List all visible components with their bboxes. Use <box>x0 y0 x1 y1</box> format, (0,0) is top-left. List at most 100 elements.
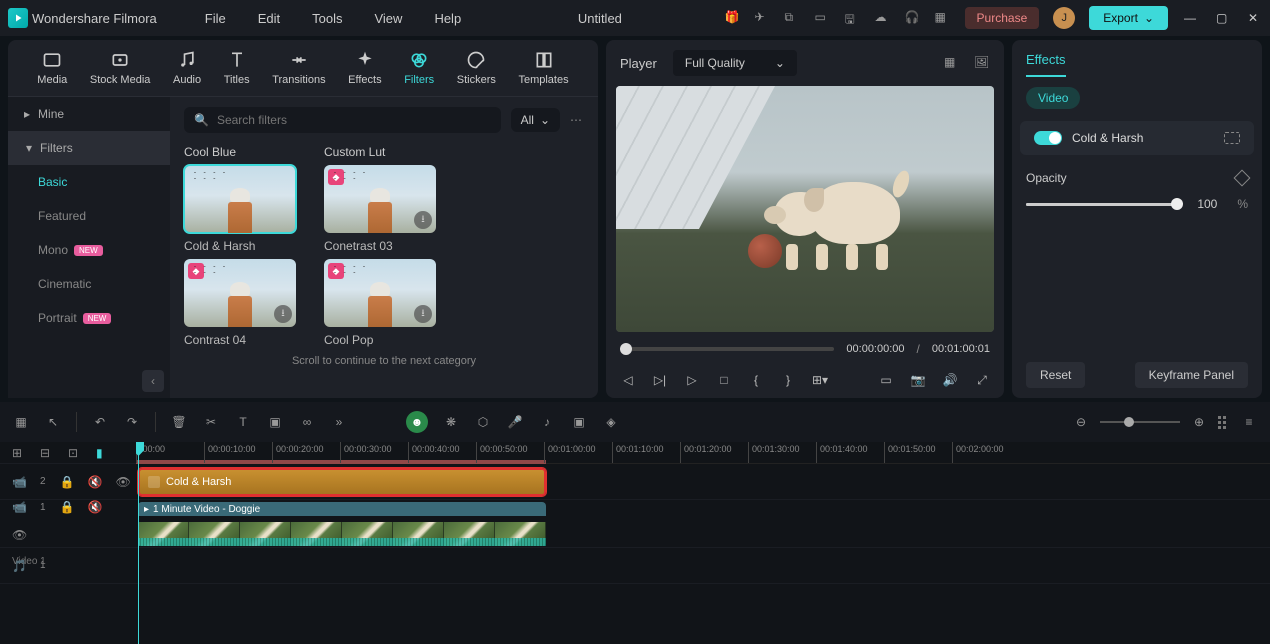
image-view-icon[interactable]: 🖼 <box>974 55 990 71</box>
display-icon[interactable]: ▭ <box>878 372 894 388</box>
filter-cool-pop-thumb[interactable]: ◆ˇ ˇ ˇ ˇˇ ˇ ˇ⭳ <box>324 259 436 327</box>
tab-stock-media[interactable]: Stock Media <box>90 50 151 86</box>
more-options-icon[interactable]: ⋯ <box>570 113 584 127</box>
opacity-slider[interactable] <box>1026 203 1177 206</box>
sidebar-sub-mono[interactable]: MonoNEW <box>8 233 170 267</box>
sparkle-icon[interactable]: ❋ <box>442 413 460 431</box>
tab-titles[interactable]: Titles <box>224 50 250 86</box>
tab-effects[interactable]: Effects <box>348 50 381 86</box>
mic-icon[interactable]: 🎤 <box>506 413 524 431</box>
mark-in-icon[interactable]: { <box>748 372 764 388</box>
list-view-icon[interactable]: ≡ <box>1240 413 1258 431</box>
more-tools-icon[interactable]: » <box>330 413 348 431</box>
mark-out-icon[interactable]: } <box>780 372 796 388</box>
purchase-button[interactable]: Purchase <box>965 7 1040 29</box>
track-content[interactable]: :00:00 00:00:10:00 00:00:20:00 00:00:30:… <box>136 442 1270 644</box>
download-icon[interactable]: ⭳ <box>414 211 432 229</box>
play-icon[interactable]: ▷ <box>684 372 700 388</box>
headphone-icon[interactable]: 🎧 <box>905 10 921 26</box>
ratio-icon[interactable]: ⊞▾ <box>812 372 828 388</box>
grid-icon[interactable]: ▦ <box>12 413 30 431</box>
track-lane-filter[interactable]: Cold & Harsh <box>136 464 1270 500</box>
frame-select-icon[interactable] <box>1224 132 1240 144</box>
video-track-icon[interactable]: 📹 <box>12 500 26 514</box>
visibility-icon[interactable]: 👁 <box>116 475 130 489</box>
playhead[interactable] <box>138 442 139 644</box>
lock-icon[interactable]: 🔒 <box>60 475 74 489</box>
apps-icon[interactable]: ▦ <box>935 10 951 26</box>
grid-view-icon[interactable]: ▦ <box>944 55 960 71</box>
sidebar-sub-basic[interactable]: Basic <box>8 165 170 199</box>
filter-all-dropdown[interactable]: All⌄ <box>511 108 560 132</box>
sidebar-mine[interactable]: ▸Mine <box>8 97 170 131</box>
device-icon[interactable]: ⧉ <box>785 10 801 26</box>
avatar[interactable]: J <box>1053 7 1075 29</box>
track-lane-video[interactable]: ▸1 Minute Video - Doggie <box>136 500 1270 548</box>
download-icon[interactable]: ⭳ <box>414 305 432 323</box>
link-tracks-icon[interactable]: ⊟ <box>40 446 54 460</box>
gift-icon[interactable]: 🎁 <box>725 10 741 26</box>
visibility-icon[interactable]: 👁 <box>12 528 26 542</box>
filter-clip[interactable]: Cold & Harsh <box>138 468 546 496</box>
video-chip[interactable]: Video <box>1026 87 1080 109</box>
screen-icon[interactable]: ▭ <box>815 10 831 26</box>
timeline-ruler[interactable]: :00:00 00:00:10:00 00:00:20:00 00:00:30:… <box>136 442 1270 464</box>
player-scrubber[interactable] <box>620 347 834 351</box>
magnet-icon[interactable]: ⊡ <box>68 446 82 460</box>
effects-tab[interactable]: Effects <box>1026 52 1066 77</box>
filter-cold-harsh-thumb[interactable]: ˇ ˇ ˇ ˇˇ ˇ ˇ <box>184 165 296 233</box>
audio-track-icon[interactable]: 🎵 <box>12 559 26 573</box>
opacity-value[interactable]: 100 <box>1189 197 1225 211</box>
volume-icon[interactable]: 🔊 <box>942 372 958 388</box>
send-icon[interactable]: ✈ <box>755 10 771 26</box>
tab-filters[interactable]: Filters <box>404 50 434 86</box>
search-box[interactable]: 🔍 <box>184 107 501 133</box>
menu-view[interactable]: View <box>360 11 416 26</box>
menu-tools[interactable]: Tools <box>298 11 356 26</box>
mute-icon[interactable]: 🔇 <box>88 500 102 514</box>
tab-media[interactable]: Media <box>37 50 67 86</box>
music-icon[interactable]: ♪ <box>538 413 556 431</box>
delete-icon[interactable]: 🗑 <box>170 413 188 431</box>
tab-audio[interactable]: Audio <box>173 50 201 86</box>
search-input[interactable] <box>217 113 491 127</box>
ai-icon[interactable]: ☻ <box>406 411 428 433</box>
tab-templates[interactable]: Templates <box>518 50 568 86</box>
crop-icon[interactable]: ▣ <box>266 413 284 431</box>
minimize-icon[interactable]: — <box>1184 11 1198 25</box>
marker-icon[interactable]: ▣ <box>570 413 588 431</box>
keyframe-panel-button[interactable]: Keyframe Panel <box>1135 362 1248 388</box>
maximize-icon[interactable]: ▢ <box>1216 11 1230 25</box>
close-icon[interactable]: ✕ <box>1248 11 1262 25</box>
marker-track-icon[interactable]: ▮ <box>96 446 110 460</box>
stop-icon[interactable]: □ <box>716 372 732 388</box>
menu-file[interactable]: File <box>191 11 240 26</box>
reset-button[interactable]: Reset <box>1026 362 1085 388</box>
keyframe-icon[interactable]: ◈ <box>602 413 620 431</box>
undo-icon[interactable]: ↶ <box>91 413 109 431</box>
prev-frame-icon[interactable]: ◁ <box>620 372 636 388</box>
sidebar-sub-cinematic[interactable]: Cinematic <box>8 267 170 301</box>
video-track-icon[interactable]: 📹 <box>12 475 26 489</box>
lock-icon[interactable]: 🔒 <box>60 500 74 514</box>
zoom-in-icon[interactable]: ⊕ <box>1190 413 1208 431</box>
mute-icon[interactable]: 🔇 <box>88 475 102 489</box>
zoom-slider[interactable] <box>1100 421 1180 423</box>
menu-help[interactable]: Help <box>420 11 475 26</box>
redo-icon[interactable]: ↷ <box>123 413 141 431</box>
cloud-icon[interactable]: ☁ <box>875 10 891 26</box>
sidebar-filters[interactable]: ▾Filters <box>8 131 170 165</box>
tab-transitions[interactable]: Transitions <box>272 50 325 86</box>
save-icon[interactable]: 🖫 <box>845 10 861 26</box>
menu-edit[interactable]: Edit <box>244 11 294 26</box>
fullscreen-icon[interactable]: ⤢ <box>974 372 990 388</box>
zoom-out-icon[interactable]: ⊖ <box>1072 413 1090 431</box>
tab-stickers[interactable]: Stickers <box>457 50 496 86</box>
effect-toggle[interactable] <box>1034 131 1062 145</box>
sidebar-sub-portrait[interactable]: PortraitNEW <box>8 301 170 335</box>
shield-icon[interactable]: ⬡ <box>474 413 492 431</box>
view-mode-icon[interactable] <box>1218 416 1230 429</box>
link-icon[interactable]: ∞ <box>298 413 316 431</box>
filter-contrast-04-thumb[interactable]: ◆ˇ ˇ ˇ ˇˇ ˇ ˇ⭳ <box>184 259 296 327</box>
sidebar-sub-featured[interactable]: Featured <box>8 199 170 233</box>
